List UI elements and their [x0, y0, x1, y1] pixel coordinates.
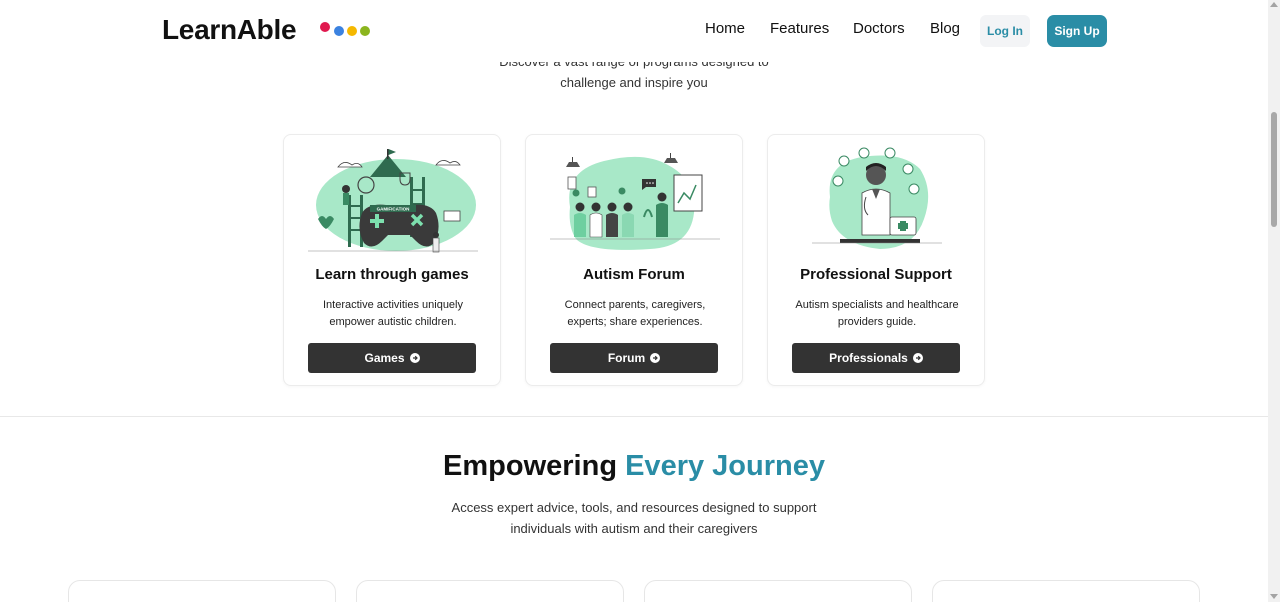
scroll-down-arrow-icon[interactable] — [1270, 594, 1278, 599]
doctor-illustration — [812, 147, 942, 249]
card-games: GAMIFICATION Learn through games Interac… — [283, 134, 501, 386]
feature-card — [356, 580, 624, 602]
section-heading-plain: Empowering — [443, 450, 618, 482]
section-divider — [0, 416, 1268, 417]
card-forum: Autism Forum Connect parents, caregivers… — [525, 134, 743, 386]
card-title: Professional Support — [800, 266, 952, 283]
signup-button[interactable]: Sign Up — [1047, 15, 1107, 47]
arrow-right-icon — [409, 353, 420, 363]
card-description: Interactive activities uniquely empower … — [298, 297, 488, 331]
professionals-button-label: Professionals — [829, 351, 908, 365]
nav-doctors[interactable]: Doctors — [853, 20, 905, 37]
arrow-right-icon — [912, 353, 923, 363]
arrow-right-icon — [650, 353, 661, 363]
svg-text:GAMIFICATION: GAMIFICATION — [377, 207, 410, 212]
scroll-up-arrow-icon[interactable] — [1270, 2, 1278, 7]
games-button-label: Games — [364, 351, 405, 365]
nav-home[interactable]: Home — [705, 20, 745, 37]
login-button[interactable]: Log In — [980, 15, 1030, 47]
card-professionals: Professional Support Autism specialists … — [767, 134, 985, 386]
card-title: Autism Forum — [583, 266, 685, 283]
page-scrollbar[interactable] — [1268, 0, 1280, 602]
professionals-button[interactable]: Professionals — [792, 343, 960, 373]
gamification-illustration: GAMIFICATION — [308, 149, 478, 253]
scroll-thumb[interactable] — [1271, 112, 1277, 227]
card-description: Autism specialists and healthcare provid… — [782, 297, 972, 331]
section-subtitle: Access expert advice, tools, and resourc… — [0, 497, 1268, 539]
card-desc-line-1: Interactive activities uniquely — [322, 299, 463, 311]
brand-logo[interactable]: LearnAble — [162, 14, 297, 46]
section-sub-line-2: individuals with autism and their caregi… — [510, 521, 758, 536]
card-desc-line-1: Autism specialists and healthcare — [795, 299, 959, 311]
nav-blog[interactable]: Blog — [930, 20, 960, 37]
card-title: Learn through games — [315, 266, 469, 283]
intro-line-2: challenge and inspire you — [560, 75, 708, 90]
brand-dot-blue — [334, 26, 344, 36]
brand-dots — [319, 20, 375, 38]
feature-card — [932, 580, 1200, 602]
site-header: LearnAble Home Features Doctors Blog Log… — [0, 0, 1268, 62]
feature-card — [68, 580, 336, 602]
brand-dot-red — [320, 22, 330, 32]
forum-illustration — [550, 153, 720, 250]
section-heading-accent: Every Journey — [625, 450, 825, 482]
card-desc-line-2: empower autistic children. — [329, 316, 457, 328]
section-heading: Empowering Every Journey — [0, 450, 1268, 483]
feature-card — [644, 580, 912, 602]
games-button[interactable]: Games — [308, 343, 476, 373]
brand-dot-green — [360, 26, 370, 36]
card-desc-line-2: providers guide. — [837, 316, 917, 328]
card-desc-line-2: experts; share experiences. — [567, 316, 703, 328]
forum-button-label: Forum — [607, 351, 646, 365]
card-desc-line-1: Connect parents, caregivers, — [564, 299, 706, 311]
nav-features[interactable]: Features — [770, 20, 829, 37]
card-description: Connect parents, caregivers, experts; sh… — [540, 297, 730, 331]
forum-button[interactable]: Forum — [550, 343, 718, 373]
brand-dot-yellow — [347, 26, 357, 36]
section-sub-line-1: Access expert advice, tools, and resourc… — [451, 500, 817, 515]
